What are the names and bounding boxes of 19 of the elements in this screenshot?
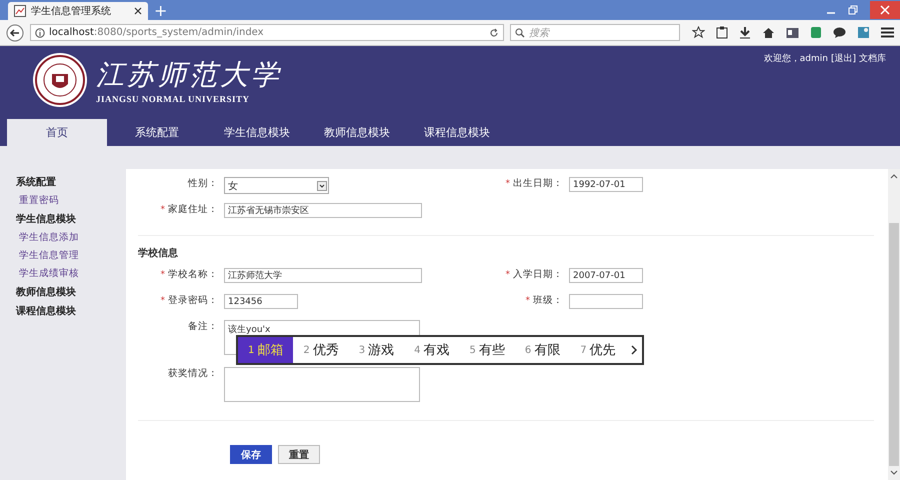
required-mark: * <box>160 296 165 306</box>
welcome-text: 欢迎您，admin <box>764 52 828 66</box>
school-name-english: JIANGSU NORMAL UNIVERSITY <box>96 94 251 104</box>
field-label: 班级： <box>533 294 563 308</box>
school-name: 江苏师范大学 <box>96 57 282 93</box>
field-label: 学校名称： <box>168 268 218 282</box>
field-label: 备注： <box>188 320 218 334</box>
required-mark: * <box>526 296 530 306</box>
field-label: 获奖情况： <box>168 367 218 381</box>
field-label: 家庭住址： <box>168 203 218 217</box>
required-mark: * <box>506 179 510 189</box>
field-label: 登录密码： <box>168 294 218 308</box>
required-mark: * <box>160 270 165 280</box>
required-mark: * <box>160 205 165 215</box>
section-title: 学校信息 <box>138 246 179 260</box>
field-label: 入学日期： <box>513 268 563 282</box>
field-label: 出生日期： <box>513 177 563 191</box>
field-label: 性别： <box>188 177 218 191</box>
required-mark: * <box>506 270 510 280</box>
